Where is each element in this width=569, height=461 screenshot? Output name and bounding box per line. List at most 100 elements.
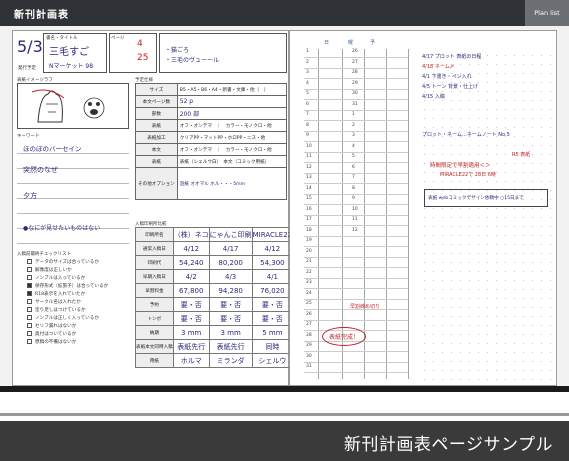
calendar-day-row: 1 26 <box>304 49 408 58</box>
spec-row: 本文 オフ・オンデマ ｜ カラー・モノクロ・他 <box>135 143 288 156</box>
day-number: 12 <box>306 164 312 170</box>
release-date: 5/3 <box>17 37 43 56</box>
schedule-note: 4/5 トーン 背景・仕上げ <box>422 84 478 90</box>
day-number: 31 <box>306 364 312 369</box>
checklist-item[interactable]: ノンブルは正しく入っているか <box>27 315 99 321</box>
checkbox[interactable] <box>27 331 32 336</box>
day-number: 28 <box>306 332 312 338</box>
checkbox-checked[interactable] <box>27 291 32 296</box>
calendar-day-row: 15 9 <box>304 196 408 205</box>
compare-row: 納期 3 mm 3 mm 5 mm <box>135 325 294 340</box>
calendar-day-row: 22 <box>304 270 408 279</box>
day-number: 11 <box>306 154 312 159</box>
checklist-label: 入稿前最終チェックリスト <box>17 252 71 257</box>
divider <box>408 49 409 379</box>
caption-text: 新刊計画表ページサンプル <box>343 435 553 455</box>
day-number: 27 <box>306 322 312 327</box>
page-bottom-edge <box>0 386 569 392</box>
checkbox[interactable] <box>27 339 32 344</box>
day-number: 30 <box>306 353 312 359</box>
day-number: 14 <box>306 185 312 191</box>
plan-list-tab[interactable]: Plan list <box>525 0 569 26</box>
shop-value: Nマーケット 98 <box>49 63 94 70</box>
spec-row: サイズ B5・A5・B6・A4・新書・文庫・他（ ） <box>135 83 288 96</box>
next-month-day: 11 <box>352 217 358 222</box>
day-number: 23 <box>306 280 312 285</box>
checkbox[interactable] <box>27 323 32 328</box>
calendar-day-row: 30 <box>304 354 408 363</box>
checkbox[interactable] <box>27 299 32 304</box>
calendar-day-row: 2 27 <box>304 60 408 69</box>
keyword-item: 突然のなぜ <box>23 166 58 174</box>
checklist-item[interactable]: 原稿の不備はないか <box>27 339 76 345</box>
plot-note: プロット・ネーム…ネームノート No.5 <box>422 132 510 138</box>
day-number: 29 <box>306 343 312 348</box>
compare-row: 早期入稿日 4/2 4/3 4/1 <box>135 269 294 284</box>
pages-value: 4 <box>137 39 143 49</box>
left-page: 5/3 発行予定 書名・タイトル 三毛すご Nマーケット 98 ページ 4 25… <box>12 30 294 386</box>
next-month-day: 10 <box>352 206 358 212</box>
window-header: 新刊計画表 Plan list <box>0 0 569 26</box>
checkbox[interactable] <box>27 307 32 312</box>
schedule-note: 4/1 下書き・ペン入れ <box>422 74 472 80</box>
spec-row: 表紙 表紙（シェルウ白） 本文（コミック用紙） <box>135 155 288 168</box>
day-number: 17 <box>306 217 312 222</box>
calendar-day-row: 26 <box>304 312 408 321</box>
day-number: 1 <box>306 49 309 54</box>
day-number: 3 <box>306 70 309 75</box>
calendar-day-row: 17 11 <box>304 217 408 226</box>
checklist-item[interactable]: R18表示を入れていたか <box>27 291 85 297</box>
calendar-day-row: 20 <box>304 249 408 258</box>
design-request-note: 表紙 webコミックデザイン依頼中 ○15日まで <box>428 196 524 201</box>
calendar-day-row: 31 <box>304 364 408 373</box>
compare-row: 表紙本文同時入稿 表紙先行 表紙先行 同時 <box>135 339 294 354</box>
checklist-item[interactable]: 奥付はついているか <box>27 331 76 337</box>
checklist-item[interactable]: サークル名は入れたか <box>27 299 81 305</box>
memo-item: ・三毛のヴューール <box>165 57 220 64</box>
calendar-day-row: 21 <box>304 259 408 268</box>
calendar-day-row: 24 <box>304 291 408 300</box>
col-header-weekday: 曜 <box>348 40 354 46</box>
keyword-item: ほのぼのバーセイン <box>23 145 82 153</box>
next-month-day: 30 <box>352 91 358 96</box>
checklist-item[interactable]: 解像度は正しいか <box>27 267 72 273</box>
image-rough-box <box>17 83 129 129</box>
calendar-day-row: 5 30 <box>304 91 408 100</box>
checklist-item[interactable]: データのサイズは合っているか <box>27 259 99 265</box>
day-number: 21 <box>306 259 312 264</box>
day-number: 10 <box>306 143 312 149</box>
next-month-day: 2 <box>352 122 355 128</box>
checkbox[interactable] <box>27 275 32 280</box>
compare-row: 用紙 ホルマ ミランダ シェルウ <box>135 353 294 368</box>
day-number: 26 <box>306 311 312 317</box>
early-deadline-note: MIRACLE22で 28日 6時 <box>440 172 496 178</box>
day-number: 24 <box>306 290 312 296</box>
next-month-day: 12 <box>352 227 358 233</box>
schedule-note: 4/17 プロット 表紙の日程 <box>422 54 482 60</box>
checklist-item[interactable]: セリフ漏れはないか <box>27 323 76 329</box>
schedule-note: 4/15 入稿 <box>422 94 445 100</box>
compare-row: 予約 要・否 要・否 要・否 <box>135 297 294 312</box>
cover-done-note: 表紙完成！ <box>322 327 367 346</box>
checklist-item[interactable]: 保存形式（拡張子）は合っているか <box>27 283 108 289</box>
calendar-day-row: 82 <box>304 123 408 132</box>
spec-row: その他オプション 遊紙 オオマル ホル・・・5mm <box>135 167 288 200</box>
next-month-day: 6 <box>352 164 355 170</box>
checkbox[interactable] <box>27 259 32 264</box>
col-header-day: 日 <box>324 40 330 46</box>
keyword-item: ●なにが見せたいものはない <box>23 225 101 232</box>
day-number: 19 <box>306 238 312 243</box>
day-number: 16 <box>306 206 312 212</box>
title-value: 三毛すご <box>49 47 89 58</box>
checkbox[interactable] <box>27 315 32 320</box>
checkbox[interactable] <box>27 267 32 272</box>
next-month-day: 26 <box>352 49 358 54</box>
memo-item: ・猫ごろ <box>165 47 190 54</box>
checklist-item[interactable]: ノンブルは入っているか <box>27 275 85 281</box>
checkbox-checked[interactable] <box>27 283 32 288</box>
next-month-day: 4 <box>352 143 355 149</box>
checklist-item[interactable]: 塗り足しはつけているか <box>27 307 86 313</box>
compare-row: 印刷代 54,240 80,200 54,300 <box>135 255 294 270</box>
day-number: 6 <box>306 101 309 107</box>
calendar-day-row: 4 29 <box>304 81 408 90</box>
